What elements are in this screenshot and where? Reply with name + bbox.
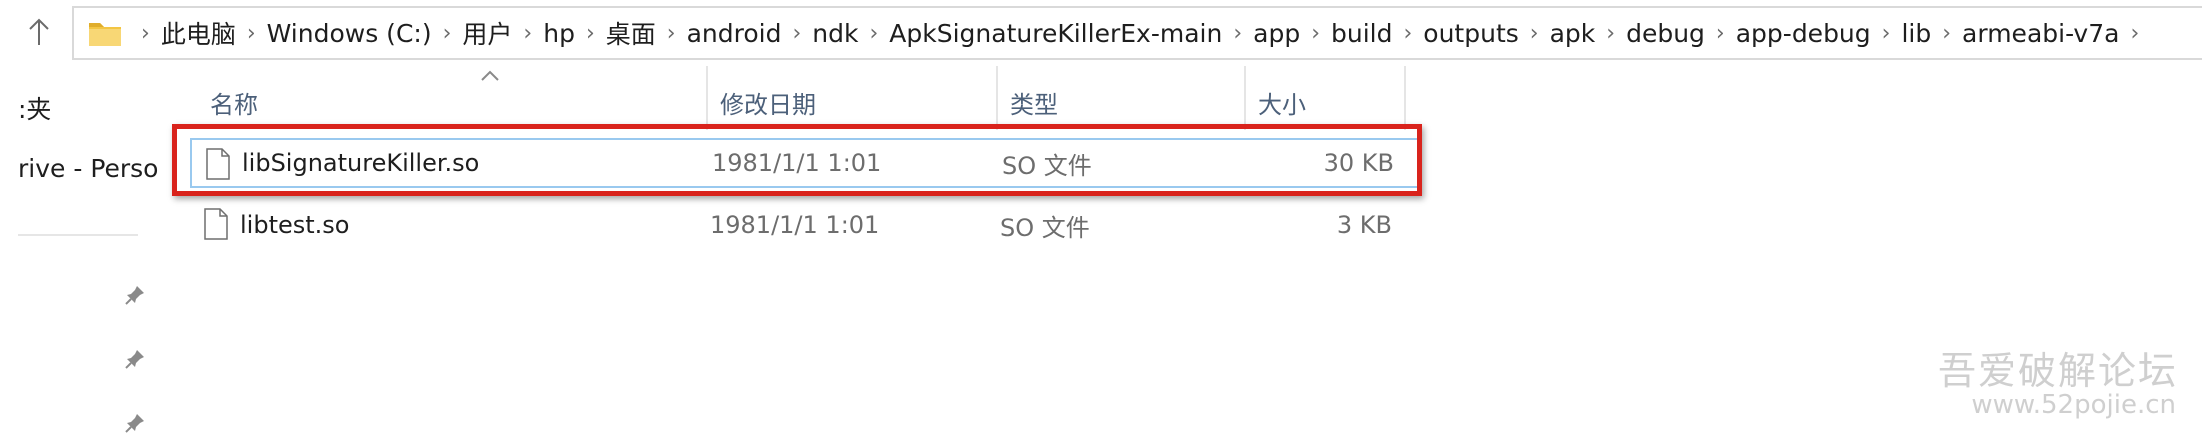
file-row[interactable]: libtest.so 1981/1/1 1:01 SO 文件 3 KB (190, 200, 1420, 250)
breadcrumb-hp[interactable]: hp (541, 19, 577, 48)
up-arrow-icon[interactable] (16, 10, 62, 54)
column-header-type[interactable]: 类型 (998, 66, 1246, 130)
chevron-right-icon[interactable]: › (577, 21, 604, 46)
file-name[interactable]: libSignatureKiller.so (242, 140, 479, 186)
chevron-right-icon[interactable]: › (1933, 21, 1960, 46)
chevron-right-icon[interactable]: › (2121, 21, 2148, 46)
file-date: 1981/1/1 1:01 (710, 211, 880, 239)
chevron-right-icon[interactable]: › (132, 21, 159, 46)
breadcrumb-users[interactable]: 用户 (460, 15, 514, 51)
pin-icon[interactable] (124, 284, 146, 306)
breadcrumb-windows-c[interactable]: Windows (C:) (265, 19, 434, 48)
file-size: 3 KB (1336, 211, 1392, 239)
address-row: › 此电脑 › Windows (C:) › 用户 › hp › 桌面 › an… (0, 0, 2202, 66)
file-list-pane: 名称 修改日期 类型 大小 libSignatureKiller.so 1981… (160, 66, 2202, 442)
breadcrumb-lib[interactable]: lib (1899, 19, 1933, 48)
chevron-right-icon[interactable]: › (434, 21, 461, 46)
breadcrumb-app[interactable]: app (1251, 19, 1302, 48)
watermark-text: 吾爱破解论坛 (1937, 349, 2178, 393)
chevron-right-icon[interactable]: › (1394, 21, 1421, 46)
file-name[interactable]: libtest.so (240, 200, 349, 250)
column-header-name[interactable]: 名称 (198, 66, 708, 130)
breadcrumb-armeabi-v7a[interactable]: armeabi-v7a (1960, 19, 2121, 48)
breadcrumb-android[interactable]: android (685, 19, 784, 48)
file-size: 30 KB (1323, 149, 1394, 177)
watermark-url: www.52pojie.cn (1971, 390, 2176, 420)
chevron-right-icon[interactable]: › (1521, 21, 1548, 46)
chevron-right-icon[interactable]: › (238, 21, 265, 46)
file-icon (204, 208, 228, 240)
nav-item-folder[interactable]: :夹 (18, 90, 51, 126)
chevron-right-icon[interactable]: › (514, 21, 541, 46)
breadcrumb-ndk[interactable]: ndk (810, 19, 860, 48)
chevron-right-icon[interactable]: › (1707, 21, 1734, 46)
address-bar[interactable]: › 此电脑 › Windows (C:) › 用户 › hp › 桌面 › an… (72, 6, 2202, 60)
chevron-right-icon[interactable]: › (1597, 21, 1624, 46)
nav-divider (18, 234, 138, 236)
breadcrumb-app-debug[interactable]: app-debug (1734, 19, 1873, 48)
nav-item-onedrive[interactable]: rive - Perso (18, 154, 158, 183)
chevron-right-icon[interactable]: › (783, 21, 810, 46)
breadcrumb-desktop[interactable]: 桌面 (604, 15, 658, 51)
column-header-size[interactable]: 大小 (1246, 66, 1406, 130)
file-icon (206, 148, 230, 180)
breadcrumb-debug[interactable]: debug (1624, 19, 1707, 48)
pin-icon[interactable] (124, 412, 146, 434)
file-date: 1981/1/1 1:01 (712, 149, 882, 177)
breadcrumb-this-pc[interactable]: 此电脑 (159, 15, 238, 51)
folder-icon (89, 23, 121, 46)
chevron-right-icon[interactable]: › (1873, 21, 1900, 46)
breadcrumb-outputs[interactable]: outputs (1421, 19, 1520, 48)
pin-icon[interactable] (124, 348, 146, 370)
breadcrumb-build[interactable]: build (1329, 19, 1394, 48)
column-header-row: 名称 修改日期 类型 大小 (198, 66, 1558, 130)
breadcrumb-apk[interactable]: apk (1548, 19, 1598, 48)
file-type: SO 文件 (1000, 213, 1090, 242)
breadcrumb-project[interactable]: ApkSignatureKillerEx-main (887, 19, 1224, 48)
chevron-right-icon[interactable]: › (1224, 21, 1251, 46)
chevron-right-icon[interactable]: › (658, 21, 685, 46)
column-header-date[interactable]: 修改日期 (708, 66, 998, 130)
file-type: SO 文件 (1002, 151, 1092, 180)
navigation-pane: :夹 rive - Perso (0, 66, 158, 442)
chevron-right-icon[interactable]: › (860, 21, 887, 46)
chevron-right-icon[interactable]: › (1302, 21, 1329, 46)
file-row[interactable]: libSignatureKiller.so 1981/1/1 1:01 SO 文… (190, 138, 1420, 188)
